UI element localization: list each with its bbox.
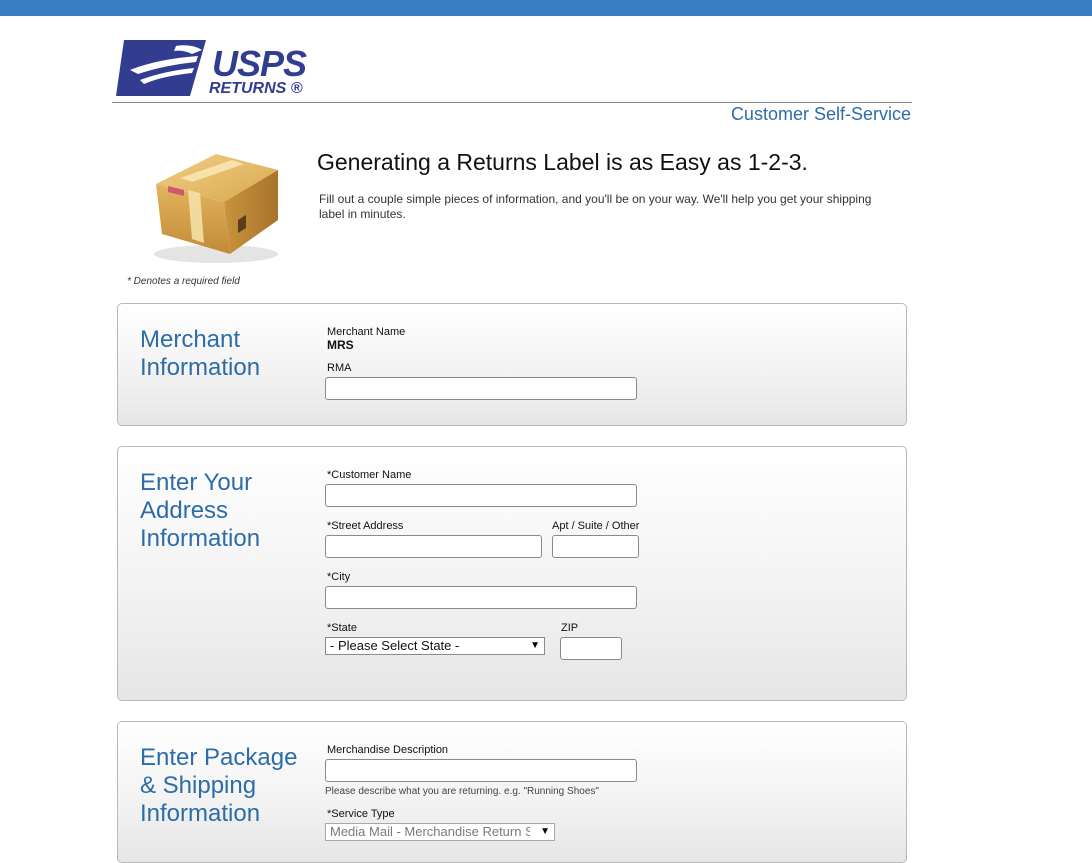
customer-name-input[interactable] <box>325 484 637 507</box>
logo-usps-text: USPS <box>212 43 307 84</box>
service-type-select[interactable]: Media Mail - Merchandise Return Service … <box>325 823 555 841</box>
city-input[interactable] <box>325 586 637 609</box>
zip-input[interactable] <box>560 637 622 660</box>
city-label: *City <box>327 571 351 583</box>
state-select-value: - Please Select State - <box>330 638 460 653</box>
apt-suite-input[interactable] <box>552 535 639 558</box>
street-address-label: *Street Address <box>327 520 404 532</box>
service-type-label: *Service Type <box>327 808 395 820</box>
customer-name-label: *Customer Name <box>327 469 412 481</box>
merchant-panel: Merchant Information Merchant Name MRS R… <box>117 303 907 426</box>
customer-self-service-link[interactable]: Customer Self-Service <box>731 103 911 125</box>
state-label: *State <box>327 622 357 634</box>
address-panel: Enter Your Address Information *Customer… <box>117 446 907 701</box>
intro-title: Generating a Returns Label is as Easy as… <box>317 149 808 175</box>
intro-text: Fill out a couple simple pieces of infor… <box>319 192 872 221</box>
package-box-icon <box>154 154 278 263</box>
package-panel: Enter Package & Shipping Information Mer… <box>117 721 907 863</box>
chevron-down-icon: ▼ <box>530 640 540 651</box>
merchandise-description-input[interactable] <box>325 759 637 782</box>
merchandise-description-help: Please describe what you are returning. … <box>325 786 599 797</box>
required-field-note: * Denotes a required field <box>127 276 240 287</box>
apt-suite-label: Apt / Suite / Other <box>552 520 640 532</box>
package-panel-title: Enter Package & Shipping Information <box>140 744 298 827</box>
address-panel-title: Enter Your Address Information <box>140 469 261 552</box>
zip-label: ZIP <box>561 622 579 634</box>
top-bar <box>0 0 1092 16</box>
state-select[interactable]: - Please Select State - ▼ <box>325 637 545 655</box>
chevron-down-icon: ▼ <box>540 826 550 837</box>
merchant-panel-title: Merchant Information <box>140 326 261 381</box>
logo-returns-text: RETURNS ® <box>209 80 303 97</box>
merchant-name-value: MRS <box>327 338 354 352</box>
rma-label: RMA <box>327 362 352 374</box>
rma-input[interactable] <box>325 377 637 400</box>
merchandise-description-label: Merchandise Description <box>327 744 449 756</box>
service-type-value: Media Mail - Merchandise Return Service <box>330 824 530 839</box>
street-address-input[interactable] <box>325 535 542 558</box>
